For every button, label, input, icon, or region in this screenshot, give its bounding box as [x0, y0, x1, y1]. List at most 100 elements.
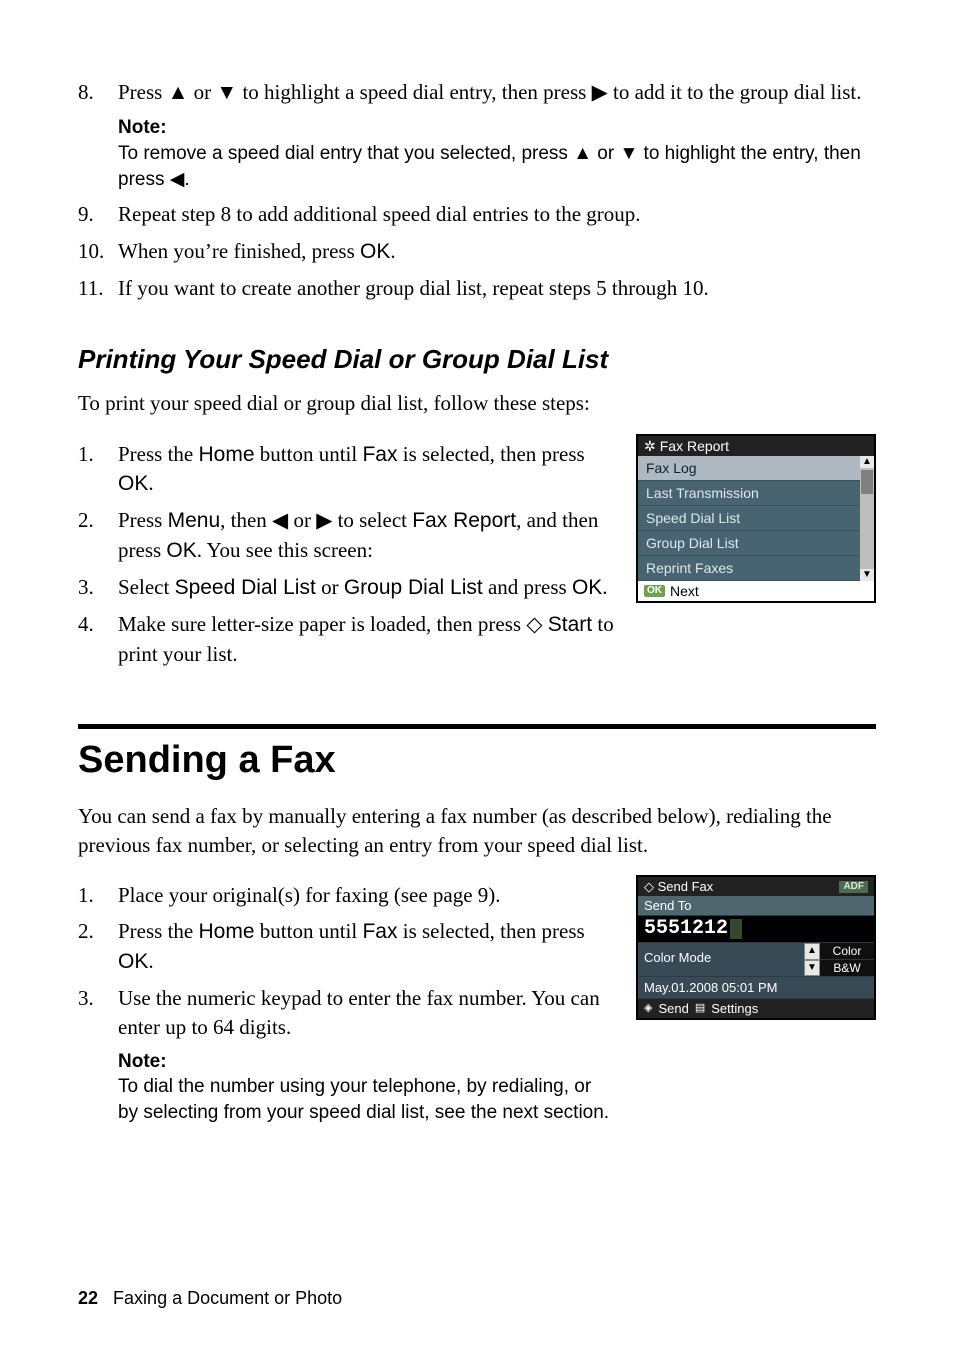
list-item: Speed Dial List — [638, 506, 860, 531]
step-body: If you want to create another group dial… — [118, 274, 876, 302]
ui-term: Fax — [362, 443, 397, 466]
scroll-up-icon: ▲ — [860, 456, 874, 468]
fax-number-field: 5551212 — [638, 916, 874, 942]
start-diamond-icon: ◇ — [526, 613, 542, 636]
right-arrow-icon: ▶ — [592, 81, 608, 104]
screen-footer: ◈ Send ▤ Settings — [638, 999, 874, 1018]
spinner-up-icon: ▲ — [804, 943, 820, 960]
ui-term: OK — [572, 576, 602, 599]
screen-list: Fax LogLast TransmissionSpeed Dial ListG… — [638, 456, 860, 581]
color-mode-row: Color Mode ▲ ▼ Color B&W — [638, 942, 874, 977]
step-body: Press the Home button until Fax is selec… — [118, 917, 616, 976]
note-label: Note: — [118, 115, 876, 141]
step-number: 2. — [78, 506, 118, 565]
right-arrow-icon: ▶ — [316, 509, 332, 532]
subsection-heading: Printing Your Speed Dial or Group Dial L… — [78, 342, 876, 377]
color-mode-options: Color B&W — [820, 943, 874, 976]
step-item: 8.Press ▲ or ▼ to highlight a speed dial… — [78, 78, 876, 192]
gear-icon: ✲ — [644, 439, 656, 453]
footer-send: Send — [658, 1002, 688, 1015]
list-item: Last Transmission — [638, 481, 860, 506]
step-number: 3. — [78, 984, 118, 1126]
left-arrow-icon: ◀ — [170, 169, 185, 190]
left-arrow-icon: ◀ — [272, 509, 288, 532]
section-heading: Sending a Fax — [78, 735, 876, 786]
step-number: 3. — [78, 573, 118, 602]
up-arrow-icon: ▲ — [168, 81, 189, 104]
ui-term: Home — [199, 920, 255, 943]
step-body: Place your original(s) for faxing (see p… — [118, 881, 616, 909]
menu-icon: ▤ — [695, 1003, 705, 1014]
section-intro: You can send a fax by manually entering … — [78, 802, 876, 859]
step-item: 1.Place your original(s) for faxing (see… — [78, 881, 616, 909]
screen-titlebar: ✲ Fax Report — [638, 436, 874, 456]
up-arrow-icon: ▲ — [573, 143, 592, 164]
step-item: 10.When you’re finished, press OK. — [78, 237, 876, 266]
list-item: Reprint Faxes — [638, 556, 860, 581]
ok-badge: OK — [644, 585, 665, 597]
ui-term: OK — [118, 950, 148, 973]
step-list-top: 8.Press ▲ or ▼ to highlight a speed dial… — [78, 78, 876, 302]
spinner: ▲ ▼ — [804, 943, 820, 976]
screen-footer: OK Next — [638, 581, 874, 601]
step-item: 3.Use the numeric keypad to enter the fa… — [78, 984, 616, 1126]
step-body: Press the Home button until Fax is selec… — [118, 440, 616, 499]
note-text: To dial the number using your telephone,… — [118, 1074, 616, 1125]
ui-term: Group Dial List — [344, 576, 483, 599]
step-body: Repeat step 8 to add additional speed di… — [118, 200, 876, 228]
ui-term: OK — [118, 472, 148, 495]
color-option: Color — [820, 943, 874, 960]
cursor-icon — [730, 919, 742, 939]
screen-title: Send Fax — [658, 879, 714, 894]
send-to-label: Send To — [638, 896, 874, 916]
fax-number-value: 5551212 — [644, 919, 728, 939]
adf-badge: ADF — [839, 881, 868, 893]
step-number: 1. — [78, 440, 118, 499]
step-list-print: 1.Press the Home button until Fax is sel… — [78, 440, 616, 668]
note-text: To remove a speed dial entry that you se… — [118, 141, 876, 192]
ui-term: OK — [166, 539, 196, 562]
step-item: 3.Select Speed Dial List or Group Dial L… — [78, 573, 616, 602]
bw-option: B&W — [820, 960, 874, 976]
step-body: Make sure letter-size paper is loaded, t… — [118, 610, 616, 668]
start-icon: ◈ — [644, 1003, 652, 1014]
step-item: 2.Press Menu, then ◀ or ▶ to select Fax … — [78, 506, 616, 565]
step-list-send: 1.Place your original(s) for faxing (see… — [78, 881, 616, 1126]
ui-term: Menu — [168, 509, 221, 532]
spinner-down-icon: ▼ — [804, 960, 820, 977]
step-number: 9. — [78, 200, 118, 228]
fax-report-screen: ✲ Fax Report Fax LogLast TransmissionSpe… — [636, 434, 876, 603]
down-arrow-icon: ▼ — [619, 143, 638, 164]
datetime-label: May.01.2008 05:01 PM — [638, 977, 874, 999]
step-item: 11.If you want to create another group d… — [78, 274, 876, 302]
step-body: When you’re finished, press OK. — [118, 237, 876, 266]
ui-term: OK — [360, 240, 390, 263]
send-fax-screen: ◇ Send Fax ADF Send To 5551212 Color Mod… — [636, 875, 876, 1020]
step-item: 1.Press the Home button until Fax is sel… — [78, 440, 616, 499]
page-number: 22 — [78, 1288, 98, 1308]
color-mode-label: Color Mode — [638, 943, 804, 976]
down-arrow-icon: ▼ — [216, 81, 237, 104]
step-number: 4. — [78, 610, 118, 668]
ui-term: Fax — [362, 920, 397, 943]
list-item: Fax Log — [638, 456, 860, 481]
subsection-intro: To print your speed dial or group dial l… — [78, 389, 876, 417]
screen-title: Fax Report — [660, 439, 729, 453]
step-number: 2. — [78, 917, 118, 976]
page-footer: 22 Faxing a Document or Photo — [78, 1286, 342, 1310]
step-item: 9.Repeat step 8 to add additional speed … — [78, 200, 876, 228]
ui-term: Speed Dial List — [175, 576, 316, 599]
step-number: 11. — [78, 274, 118, 302]
section-rule — [78, 724, 876, 729]
step-body: Press Menu, then ◀ or ▶ to select Fax Re… — [118, 506, 616, 565]
step-item: 4.Make sure letter-size paper is loaded,… — [78, 610, 616, 668]
ui-term: Fax Report — [412, 509, 516, 532]
ui-term: Home — [199, 443, 255, 466]
screen-titlebar: ◇ Send Fax ADF — [638, 877, 874, 896]
page-footer-text: Faxing a Document or Photo — [113, 1288, 342, 1308]
diamond-icon: ◇ — [644, 879, 654, 894]
footer-settings: Settings — [711, 1002, 758, 1015]
list-item: Group Dial List — [638, 531, 860, 556]
step-body: Press ▲ or ▼ to highlight a speed dial e… — [118, 78, 876, 192]
step-number: 8. — [78, 78, 118, 192]
